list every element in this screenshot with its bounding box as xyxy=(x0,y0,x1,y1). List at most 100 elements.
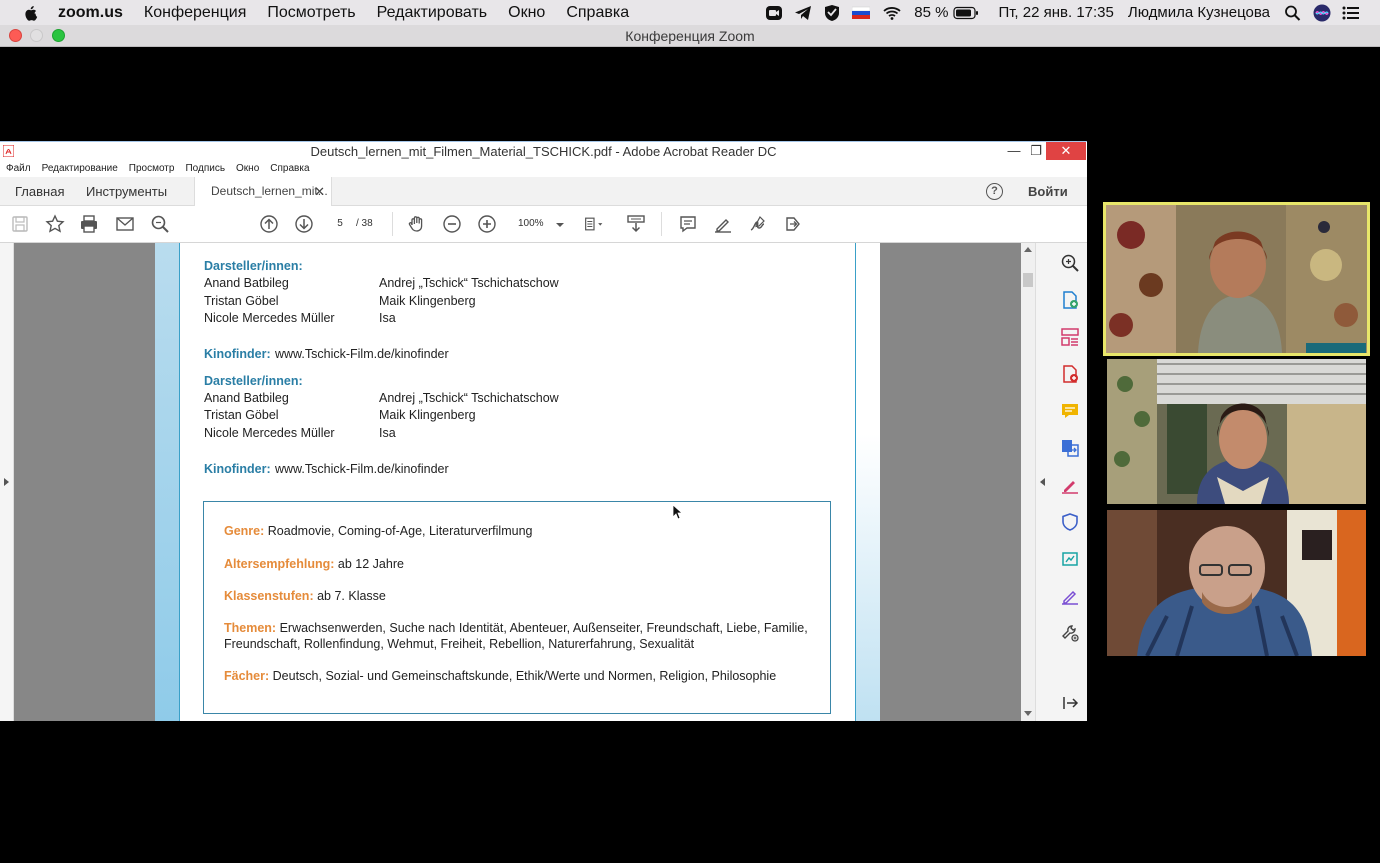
siri-icon[interactable] xyxy=(1313,4,1331,22)
acrobat-titlebar: Deutsch_lernen_mit_Filmen_Material_TSCHI… xyxy=(0,141,1087,160)
tab-tools[interactable]: Инструменты xyxy=(86,184,167,199)
kinofinder-link[interactable]: www.Tschick-Film.de/kinofinder xyxy=(275,347,449,361)
collapse-pane-arrow-icon[interactable] xyxy=(1060,693,1080,713)
acrobat-menu-window[interactable]: Окно xyxy=(236,163,259,174)
menu-app-name[interactable]: zoom.us xyxy=(58,4,123,22)
protect-icon[interactable] xyxy=(1060,512,1080,532)
actor-name: Nicole Mercedes Müller xyxy=(204,426,335,440)
acrobat-menu-sign[interactable]: Подпись xyxy=(185,163,225,174)
menu-help[interactable]: Справка xyxy=(566,4,629,22)
film-info-box: Genre: Roadmovie, Coming-of-Age, Literat… xyxy=(203,501,831,714)
collapse-tools-pane-icon[interactable] xyxy=(1040,478,1045,486)
acrobat-menu-edit[interactable]: Редактирование xyxy=(42,163,118,174)
share-icon[interactable] xyxy=(783,214,803,234)
hand-tool-icon[interactable] xyxy=(407,214,427,234)
fill-sign-icon[interactable] xyxy=(1060,475,1080,495)
tab-home[interactable]: Главная xyxy=(15,184,64,199)
actor-name: Tristan Göbel xyxy=(204,294,279,308)
participant-video[interactable] xyxy=(1107,359,1366,504)
combine-files-icon[interactable] xyxy=(1060,438,1080,458)
menu-conference[interactable]: Конференция xyxy=(144,4,247,22)
request-signature-icon[interactable] xyxy=(1060,586,1080,606)
highlight-pen-icon[interactable] xyxy=(713,214,733,234)
save-icon[interactable] xyxy=(10,214,30,234)
bookmark-star-icon[interactable] xyxy=(45,214,65,234)
expand-left-panel-icon[interactable] xyxy=(4,478,9,486)
send-for-review-icon[interactable] xyxy=(1060,549,1080,569)
spotlight-search-icon[interactable] xyxy=(1284,5,1302,21)
sign-icon[interactable] xyxy=(748,214,768,234)
role-name: Andrej „Tschick“ Tschichatschow xyxy=(379,276,559,290)
clock[interactable]: Пт, 22 янв. 17:35 xyxy=(998,4,1113,21)
role-name: Isa xyxy=(379,426,396,440)
page-total: / 38 xyxy=(356,218,373,229)
themes-row: Themen: Erwachsenwerden, Suche nach Iden… xyxy=(224,621,808,635)
notification-center-icon[interactable] xyxy=(1342,5,1360,21)
create-pdf-icon[interactable] xyxy=(1060,364,1080,384)
scroll-down-arrow-icon[interactable] xyxy=(1024,711,1032,717)
actor-name: Anand Batbileg xyxy=(204,391,289,405)
page-right-band xyxy=(856,243,880,721)
zoom-status-icon[interactable] xyxy=(765,5,783,21)
acrobat-menu-file[interactable]: Файл xyxy=(6,163,31,174)
close-icon[interactable]: ✕ xyxy=(1046,142,1086,160)
page-up-icon[interactable] xyxy=(259,214,279,234)
wifi-icon[interactable] xyxy=(881,5,903,21)
comment-icon[interactable] xyxy=(678,214,698,234)
zoom-dropdown-chevron-icon[interactable] xyxy=(550,214,570,234)
enhance-scan-icon[interactable] xyxy=(1060,253,1080,273)
acrobat-window-title: Deutsch_lernen_mit_Filmen_Material_TSCHI… xyxy=(310,144,777,159)
print-icon[interactable] xyxy=(79,214,99,234)
genre-label: Genre: xyxy=(224,524,265,538)
russian-flag-icon[interactable] xyxy=(852,5,871,21)
pdf-page: Darsteller/innen: Anand Batbileg Andrej … xyxy=(155,243,880,721)
scroll-up-arrow-icon[interactable] xyxy=(1024,246,1032,252)
participant-video[interactable] xyxy=(1107,510,1366,656)
tab-document[interactable]: Deutsch_lernen_mit... ✕ xyxy=(194,177,332,206)
zoom-in-icon[interactable] xyxy=(477,214,497,234)
shield-vpn-icon[interactable] xyxy=(823,4,841,21)
scrollbar-thumb[interactable] xyxy=(1023,273,1033,287)
menu-view[interactable]: Посмотреть xyxy=(267,4,355,22)
acrobat-menu-help[interactable]: Справка xyxy=(270,163,309,174)
menu-window[interactable]: Окно xyxy=(508,4,545,22)
close-tab-icon[interactable]: ✕ xyxy=(314,184,325,200)
export-pdf-icon[interactable] xyxy=(1060,290,1080,310)
telegram-icon[interactable] xyxy=(794,5,812,21)
zoom-out-icon[interactable] xyxy=(442,214,462,234)
toolbar-separator xyxy=(661,212,662,236)
battery-icon[interactable] xyxy=(953,5,979,21)
acrobat-menubar: Файл Редактирование Просмотр Подпись Окн… xyxy=(0,160,1087,177)
left-panel-strip[interactable] xyxy=(0,243,14,721)
role-name: Maik Klingenberg xyxy=(379,408,476,422)
actor-name: Anand Batbileg xyxy=(204,276,289,290)
page-number-input[interactable]: 5 xyxy=(328,216,352,232)
more-tools-icon[interactable] xyxy=(1060,623,1080,643)
kinofinder-link[interactable]: www.Tschick-Film.de/kinofinder xyxy=(275,462,449,476)
search-icon[interactable] xyxy=(150,214,170,234)
document-viewport[interactable]: Darsteller/innen: Anand Batbileg Andrej … xyxy=(14,243,1021,721)
apple-icon[interactable] xyxy=(22,4,40,22)
acrobat-tabs: Главная Инструменты Deutsch_lernen_mit..… xyxy=(0,177,1087,206)
vertical-scrollbar[interactable] xyxy=(1021,243,1035,721)
scroll-mode-icon[interactable] xyxy=(626,214,646,234)
actor-name: Tristan Göbel xyxy=(204,408,279,422)
zoom-window-titlebar: Конференция Zoom xyxy=(0,25,1380,47)
organize-pages-icon[interactable] xyxy=(1060,327,1080,347)
themes-label: Themen: xyxy=(224,621,277,635)
help-icon[interactable]: ? xyxy=(986,183,1003,200)
comment-tool-icon[interactable] xyxy=(1060,401,1080,421)
tab-document-label: Deutsch_lernen_mit... xyxy=(211,184,328,198)
page-down-icon[interactable] xyxy=(294,214,314,234)
tools-pane xyxy=(1035,243,1087,721)
genre-row: Genre: Roadmovie, Coming-of-Age, Literat… xyxy=(224,524,532,538)
user-name[interactable]: Людмила Кузнецова xyxy=(1128,4,1270,21)
acrobat-menu-view[interactable]: Просмотр xyxy=(129,163,175,174)
email-icon[interactable] xyxy=(115,214,135,234)
login-button[interactable]: Войти xyxy=(1028,184,1068,199)
fit-page-icon[interactable] xyxy=(584,214,604,234)
menu-edit[interactable]: Редактировать xyxy=(377,4,488,22)
participant-video-active-speaker[interactable] xyxy=(1103,202,1370,356)
toolbar-separator xyxy=(392,212,393,236)
mac-menubar: zoom.us Конференция Посмотреть Редактиро… xyxy=(0,0,1380,25)
